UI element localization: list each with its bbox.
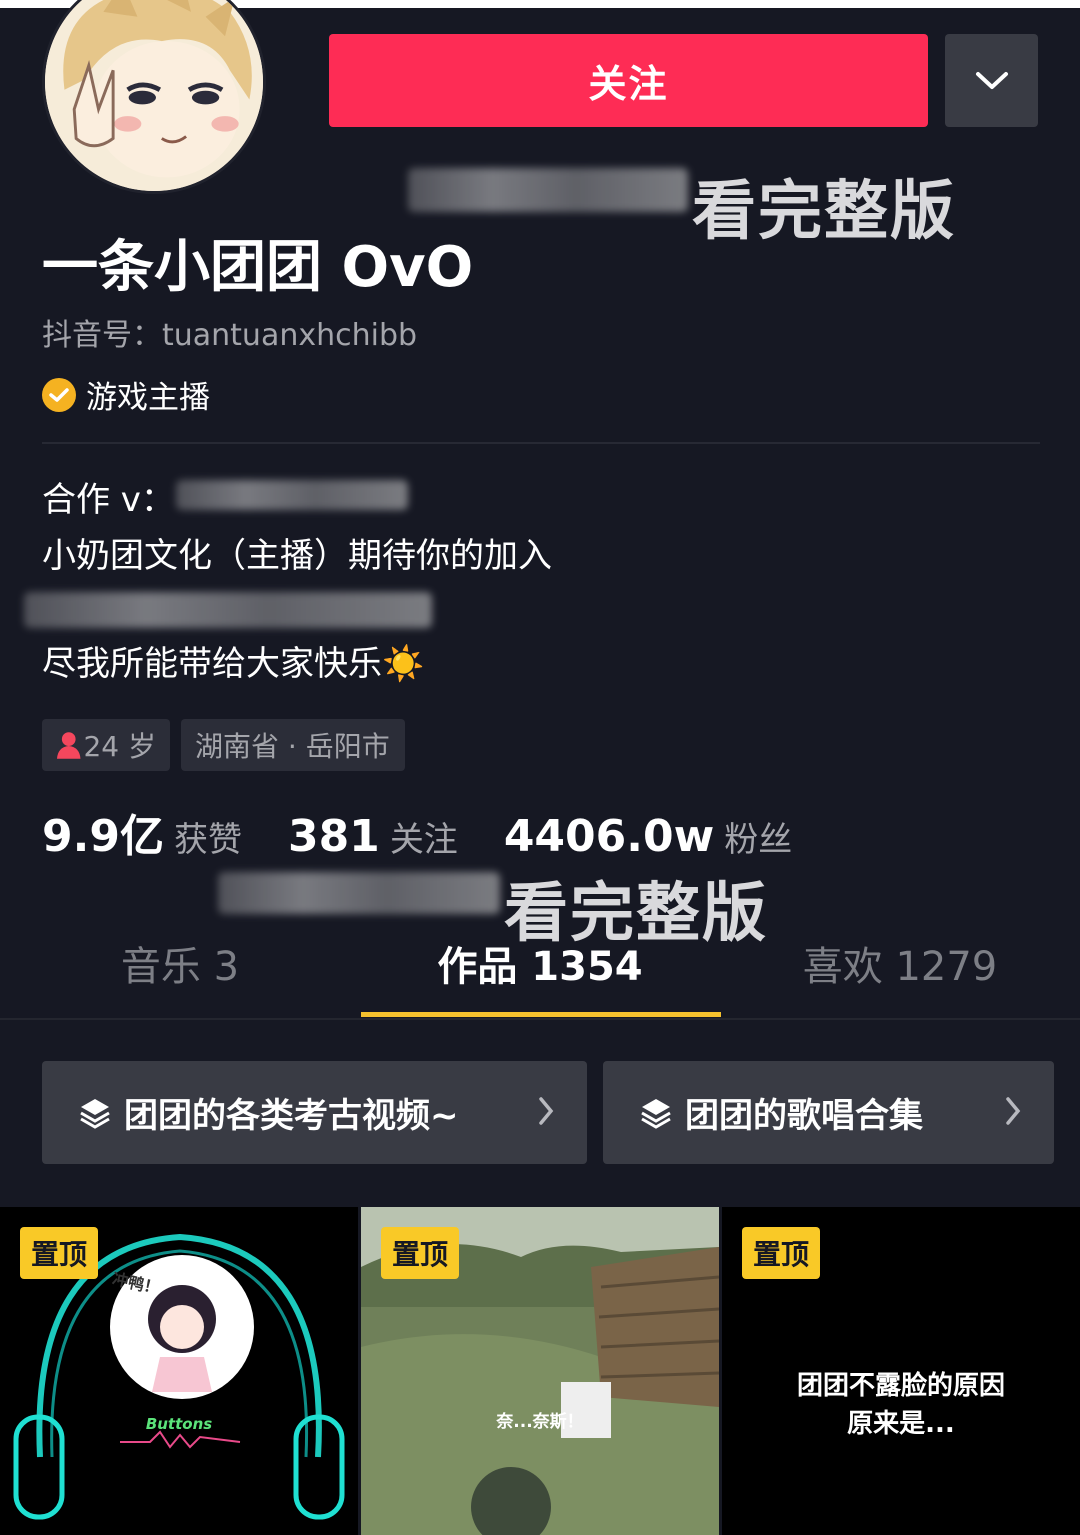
video-thumbnail-1[interactable]: 冲鸭！ Buttons 置顶 [0,1207,358,1535]
tab-music[interactable]: 音乐 3 [0,935,360,1020]
verified-badge: 游戏主播 [42,372,210,417]
bio-line-2: 小奶团文化（主播）期待你的加入 [42,536,552,576]
watermark-text: 看完整版 [692,175,956,249]
likes-count: 9.9亿 [42,811,164,862]
content-tabs: 音乐 3 作品 1354 喜欢 1279 [0,935,1080,1020]
thumbnail-caption-2: 原来是... [847,1409,955,1439]
video-thumbnail-2[interactable]: 奈...奈斯！ 置顶 [361,1207,719,1535]
douyin-id[interactable]: 抖音号：tuantuanxhchibb [42,310,417,354]
collection-archive-videos[interactable]: 团团的各类考古视频~ [42,1061,587,1164]
bio-line-4-text: 尽我所能带给大家快乐 [42,644,382,684]
stats-row: 9.9亿 获赞 381 关注 4406.0w 粉丝 [42,800,792,864]
active-tab-indicator [361,1012,721,1017]
more-options-button[interactable] [945,34,1038,127]
female-icon [56,732,81,759]
thumbnail-text: Buttons [145,1415,213,1433]
layers-icon [78,1096,112,1130]
age-label: 24 岁 [83,730,156,763]
chevron-down-icon [975,71,1008,89]
tab-works[interactable]: 作品 1354 [360,935,720,1020]
followers-count[interactable]: 4406.0w [504,811,714,862]
layers-icon [639,1096,673,1130]
bio-line-1: 合作 v： [42,480,175,520]
blurred-text [218,872,500,914]
chevron-right-icon [1006,1097,1021,1125]
profile-name: 一条小团团 OvO [42,235,474,300]
pinned-badge: 置顶 [20,1227,99,1279]
verified-label: 游戏主播 [86,380,210,416]
following-count[interactable]: 381 [288,811,380,862]
location-tag: 湖南省 · 岳阳市 [181,719,405,771]
followers-label[interactable]: 粉丝 [724,812,792,861]
likes-label: 获赞 [173,820,242,860]
bio-line-4: 尽我所能带给大家快乐☀️ [42,636,424,685]
sun-emoji: ☀️ [382,644,425,684]
sticker-caption: 奈...奈斯！ [496,1412,584,1432]
pinned-badge: 置顶 [742,1227,821,1279]
thumbnail-caption-1: 团团不露脸的原因 [796,1371,1005,1401]
follow-button[interactable]: 关注 [329,34,928,127]
age-tag: 24 岁 [42,719,170,771]
following-label[interactable]: 关注 [390,812,458,861]
avatar-illustration [45,0,263,191]
blurred-text [408,168,688,212]
blurred-contact [176,480,408,510]
video-thumbnail-3[interactable]: 团团不露脸的原因 原来是... 置顶 [722,1207,1080,1535]
blurred-bio-line [24,592,432,628]
collection-singing[interactable]: 团团的歌唱合集 [603,1061,1054,1164]
collection-label: 团团的各类考古视频~ [124,1096,459,1136]
divider [42,442,1040,444]
collection-label: 团团的歌唱合集 [685,1096,923,1136]
tab-likes[interactable]: 喜欢 1279 [720,935,1080,1020]
pinned-badge: 置顶 [381,1227,460,1279]
chevron-right-icon [539,1097,554,1125]
check-icon [42,377,76,412]
avatar[interactable] [42,0,266,194]
